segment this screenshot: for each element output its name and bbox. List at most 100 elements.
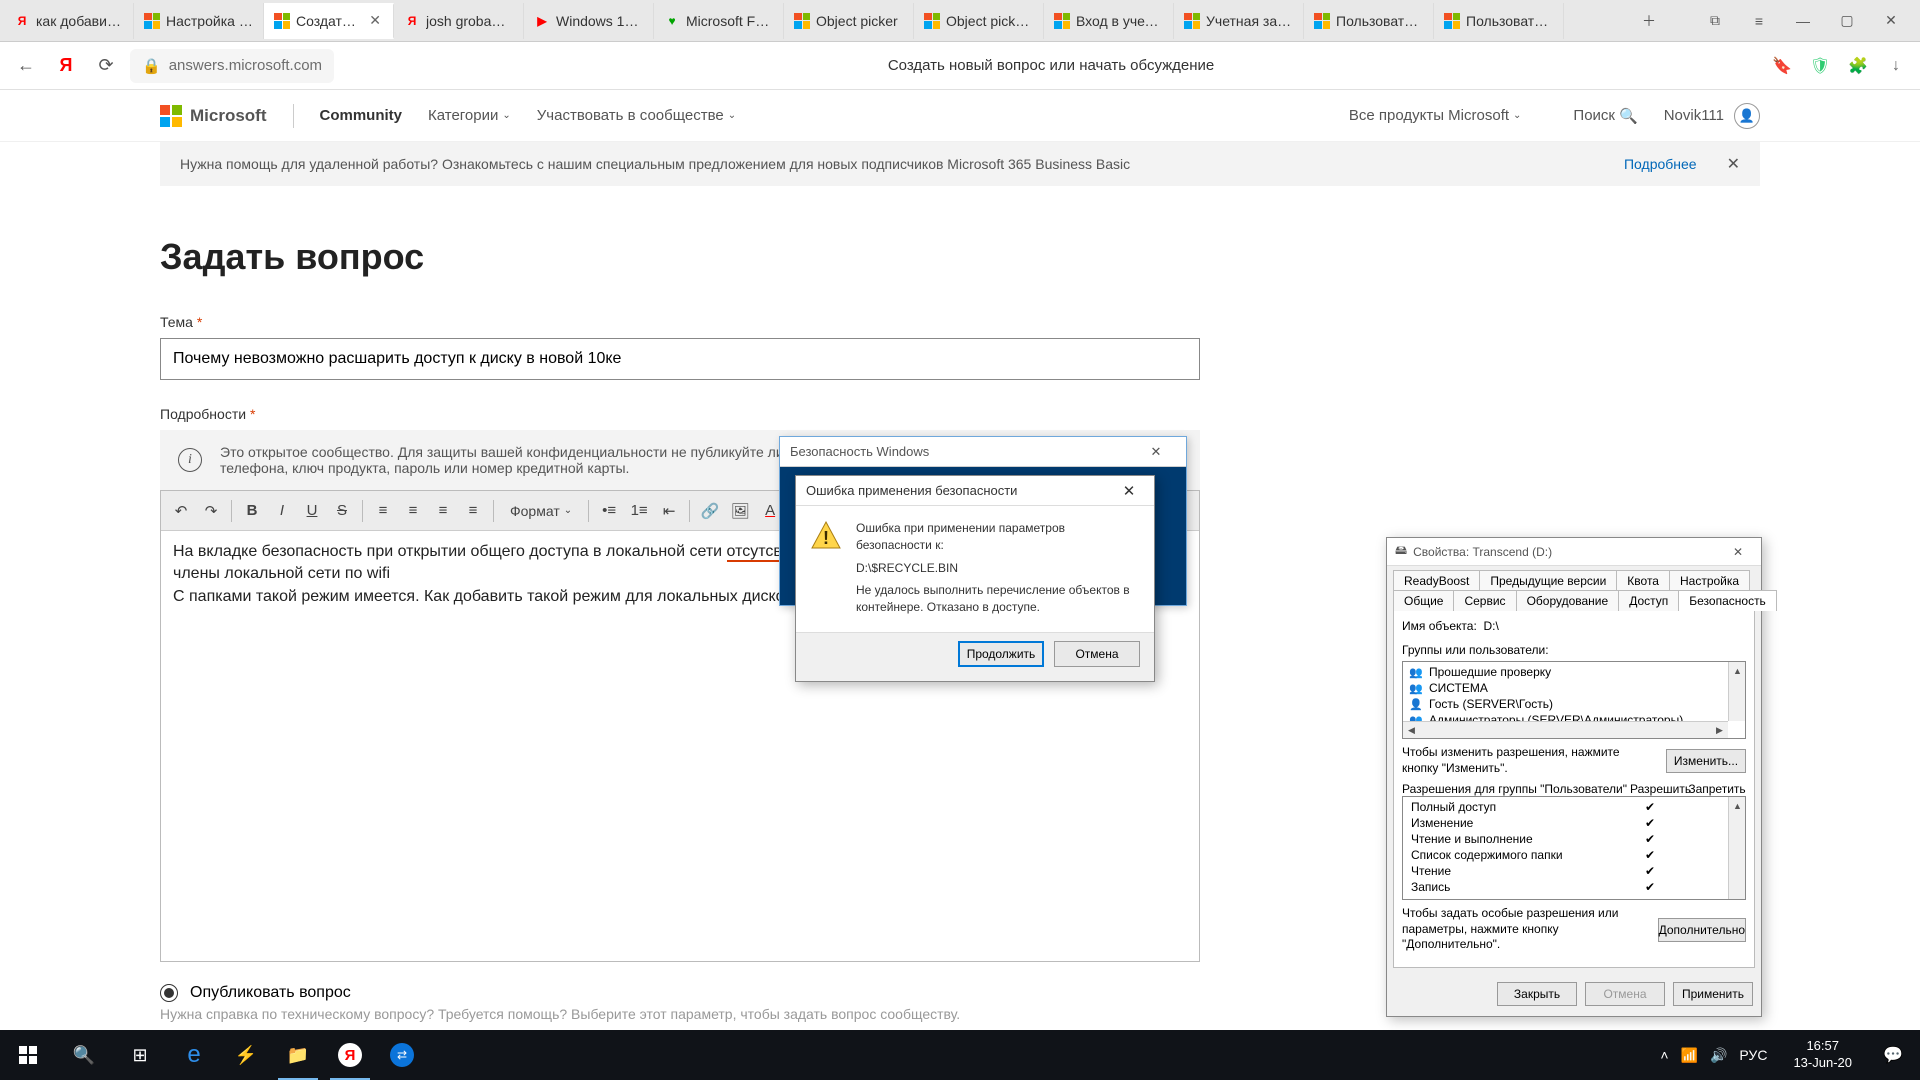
tray-volume-icon[interactable]: 🔊 bbox=[1710, 1047, 1727, 1064]
microsoft-logo[interactable]: Microsoft bbox=[160, 105, 267, 127]
bookmark-icon[interactable]: 🔖 bbox=[1768, 52, 1796, 80]
permission-row[interactable]: Чтение✔ bbox=[1405, 863, 1743, 879]
permission-row[interactable]: Полный доступ✔ bbox=[1405, 799, 1743, 815]
taskbar-app-explorer[interactable]: 📁 bbox=[272, 1030, 324, 1080]
tray-network-icon[interactable]: 📶 bbox=[1681, 1047, 1698, 1064]
all-products-dropdown[interactable]: Все продукты Microsoft ⌄ bbox=[1349, 107, 1522, 124]
start-button[interactable] bbox=[0, 1030, 56, 1080]
browser-tab[interactable]: Вход в учетну bbox=[1044, 3, 1174, 39]
task-view-button[interactable]: ⊞ bbox=[112, 1030, 168, 1080]
window-maximize-button[interactable]: ▢ bbox=[1826, 3, 1868, 39]
browser-menu-button[interactable]: ≡ bbox=[1738, 3, 1780, 39]
browser-tab[interactable]: Яjosh groban — bbox=[394, 3, 524, 39]
properties-tab[interactable]: Квота bbox=[1616, 570, 1670, 591]
format-dropdown[interactable]: Формат⌄ bbox=[500, 503, 582, 519]
align-justify-button[interactable]: ≡ bbox=[459, 497, 487, 525]
browser-tab[interactable]: Object picker U bbox=[914, 3, 1044, 39]
properties-tab[interactable]: Безопасность bbox=[1678, 590, 1777, 611]
user-list-item[interactable]: 👥Прошедшие проверку bbox=[1405, 664, 1743, 680]
browser-tab[interactable]: Создать нов✕ bbox=[264, 3, 394, 39]
taskbar-app-winamp[interactable]: ⚡ bbox=[220, 1030, 272, 1080]
extensions-icon[interactable]: 🧩 bbox=[1844, 52, 1872, 80]
close-icon[interactable]: ✕ bbox=[1136, 440, 1176, 464]
browser-tab[interactable]: ▶Windows 10 не bbox=[524, 3, 654, 39]
permission-row[interactable]: Запись✔ bbox=[1405, 879, 1743, 895]
taskbar-app-yandex[interactable]: Я bbox=[324, 1030, 376, 1080]
vertical-scrollbar[interactable]: ▲ bbox=[1728, 662, 1745, 721]
search-button[interactable]: 🔍 bbox=[56, 1030, 112, 1080]
downloads-icon[interactable]: ↓ bbox=[1882, 52, 1910, 80]
properties-tab[interactable]: Доступ bbox=[1618, 590, 1679, 611]
properties-tab[interactable]: Общие bbox=[1393, 590, 1454, 611]
search-button[interactable]: Поиск 🔍 bbox=[1573, 107, 1637, 125]
permissions-listbox[interactable]: Полный доступ✔Изменение✔Чтение и выполне… bbox=[1402, 796, 1746, 900]
topic-input[interactable] bbox=[160, 338, 1200, 380]
scroll-up-arrow[interactable]: ▲ bbox=[1729, 662, 1746, 679]
close-button[interactable]: Закрыть bbox=[1497, 982, 1577, 1006]
bullet-list-button[interactable]: •≡ bbox=[595, 497, 623, 525]
horizontal-scrollbar[interactable]: ◀ ▶ bbox=[1403, 721, 1728, 738]
edit-button[interactable]: Изменить... bbox=[1666, 749, 1746, 773]
window-close-button[interactable]: ✕ bbox=[1870, 3, 1912, 39]
outdent-button[interactable]: ⇤ bbox=[655, 497, 683, 525]
number-list-button[interactable]: 1≡ bbox=[625, 497, 653, 525]
scroll-up-arrow[interactable]: ▲ bbox=[1729, 797, 1746, 814]
browser-tab[interactable]: Object picker bbox=[784, 3, 914, 39]
window-minimize-button[interactable]: — bbox=[1782, 3, 1824, 39]
scroll-right-arrow[interactable]: ▶ bbox=[1711, 722, 1728, 739]
browser-tab[interactable]: Пользователь bbox=[1434, 3, 1564, 39]
properties-tab[interactable]: ReadyBoost bbox=[1393, 570, 1480, 591]
properties-titlebar[interactable]: 🖴 Свойства: Transcend (D:) ✕ bbox=[1387, 538, 1761, 566]
permission-row[interactable]: Чтение и выполнение✔ bbox=[1405, 831, 1743, 847]
underline-button[interactable]: U bbox=[298, 497, 326, 525]
nav-participate[interactable]: Участвовать в сообществе ⌄ bbox=[537, 107, 736, 124]
tray-language[interactable]: РУС bbox=[1739, 1047, 1767, 1063]
user-menu[interactable]: Novik111 👤 bbox=[1664, 103, 1760, 129]
tray-chevron-icon[interactable]: ˄ bbox=[1660, 1047, 1668, 1063]
redo-button[interactable]: ↷ bbox=[197, 497, 225, 525]
nav-categories[interactable]: Категории ⌄ bbox=[428, 107, 511, 124]
properties-tab[interactable]: Оборудование bbox=[1516, 590, 1620, 611]
image-button[interactable]: 🖼 bbox=[726, 497, 754, 525]
bold-button[interactable]: B bbox=[238, 497, 266, 525]
align-right-button[interactable]: ≡ bbox=[429, 497, 457, 525]
properties-tab[interactable]: Настройка bbox=[1669, 570, 1750, 591]
address-field[interactable]: 🔒 answers.microsoft.com bbox=[130, 49, 334, 83]
align-center-button[interactable]: ≡ bbox=[399, 497, 427, 525]
promo-details-link[interactable]: Подробнее bbox=[1624, 156, 1697, 172]
scroll-left-arrow[interactable]: ◀ bbox=[1403, 722, 1420, 739]
browser-tab[interactable]: Учетная запис bbox=[1174, 3, 1304, 39]
new-tab-button[interactable]: ＋ bbox=[1628, 3, 1670, 39]
undo-button[interactable]: ↶ bbox=[167, 497, 195, 525]
nav-reload-button[interactable]: ⟳ bbox=[90, 50, 122, 82]
users-listbox[interactable]: 👥Прошедшие проверку👥СИСТЕМА👤Гость (SERVE… bbox=[1402, 661, 1746, 739]
user-list-item[interactable]: 👤Гость (SERVER\Гость) bbox=[1405, 696, 1743, 712]
community-link[interactable]: Community bbox=[320, 107, 403, 124]
cancel-button[interactable]: Отмена bbox=[1054, 641, 1140, 667]
nav-back-button[interactable]: ← bbox=[10, 50, 42, 82]
tab-close-icon[interactable]: ✕ bbox=[367, 12, 383, 29]
cancel-button[interactable]: Отмена bbox=[1585, 982, 1665, 1006]
italic-button[interactable]: I bbox=[268, 497, 296, 525]
properties-tab[interactable]: Предыдущие версии bbox=[1479, 570, 1617, 591]
promo-close-button[interactable]: ✕ bbox=[1727, 154, 1740, 174]
action-center-button[interactable]: 💬 bbox=[1866, 1030, 1920, 1080]
browser-tab[interactable]: Настройка об bbox=[134, 3, 264, 39]
browser-tab[interactable]: Якак добавить в bbox=[4, 3, 134, 39]
align-left-button[interactable]: ≡ bbox=[369, 497, 397, 525]
link-button[interactable]: 🔗 bbox=[696, 497, 724, 525]
system-tray[interactable]: ˄ 📶 🔊 РУС bbox=[1648, 1047, 1779, 1064]
publish-question-radio[interactable]: Опубликовать вопрос bbox=[160, 984, 1200, 1002]
user-list-item[interactable]: 👥СИСТЕМА bbox=[1405, 680, 1743, 696]
close-icon[interactable]: ✕ bbox=[1114, 479, 1144, 503]
continue-button[interactable]: Продолжить bbox=[958, 641, 1044, 667]
permission-row[interactable]: Список содержимого папки✔ bbox=[1405, 847, 1743, 863]
shield-icon[interactable]: 🛡 bbox=[1806, 52, 1834, 80]
windows-security-titlebar[interactable]: Безопасность Windows ✕ bbox=[780, 437, 1186, 467]
strikethrough-button[interactable]: S bbox=[328, 497, 356, 525]
tabs-overview-button[interactable]: ⧉ bbox=[1694, 3, 1736, 39]
taskbar-app-edge[interactable]: e bbox=[168, 1030, 220, 1080]
permission-row[interactable]: Изменение✔ bbox=[1405, 815, 1743, 831]
browser-tab[interactable]: Пользователь bbox=[1304, 3, 1434, 39]
advanced-button[interactable]: Дополнительно bbox=[1658, 918, 1746, 942]
